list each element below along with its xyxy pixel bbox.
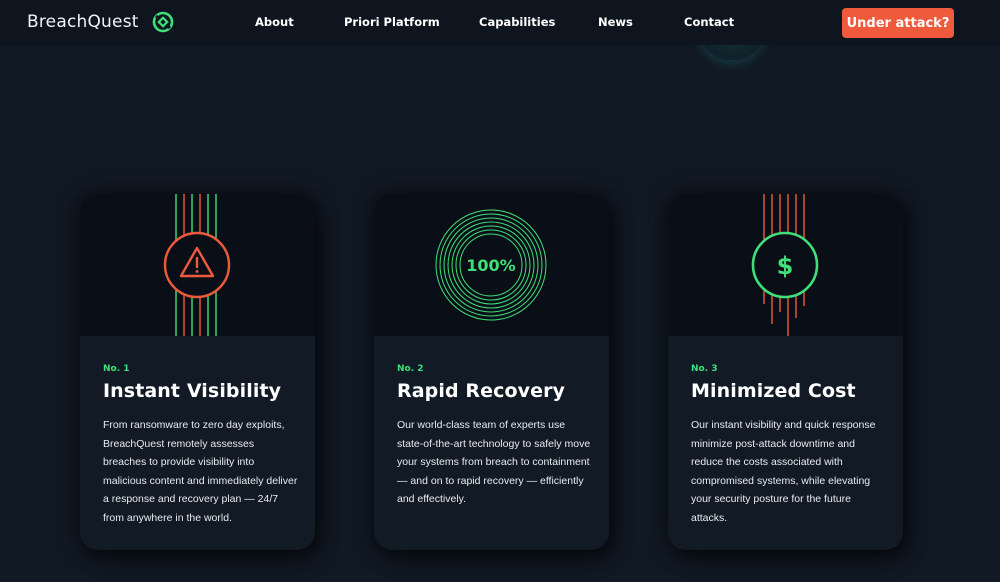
dollar-sign-icon: $: [751, 194, 819, 336]
card-graphic: [80, 194, 315, 336]
graphic-label: 100%: [466, 256, 515, 275]
nav-link-about[interactable]: About: [255, 15, 294, 29]
feature-card-instant-visibility: No. 1 Instant Visibility From ransomware…: [80, 194, 315, 550]
card-description: Our instant visibility and quick respons…: [691, 419, 876, 524]
nav-link-contact[interactable]: Contact: [684, 15, 734, 29]
card-graphic: $: [668, 194, 903, 336]
card-description: Our world-class team of experts use stat…: [397, 419, 591, 505]
card-title: Rapid Recovery: [397, 380, 566, 402]
feature-card-rapid-recovery: 100% No. 2 Rapid Recovery Our world-clas…: [374, 194, 609, 550]
nav-link-priori-platform[interactable]: Priori Platform: [344, 15, 440, 29]
under-attack-button[interactable]: Under attack?: [842, 8, 954, 38]
nav-link-news[interactable]: News: [598, 15, 633, 29]
brand-logo[interactable]: BreachQuest: [27, 10, 175, 34]
card-title: Instant Visibility: [103, 380, 282, 402]
page: BreachQuest About Priori Platform Capabi…: [0, 0, 1000, 582]
warning-triangle-icon: [163, 194, 231, 336]
card-number: No. 1: [103, 364, 130, 374]
card-description: From ransomware to zero day exploits, Br…: [103, 419, 298, 524]
breachquest-logo-icon: [152, 11, 173, 33]
nav-link-capabilities[interactable]: Capabilities: [479, 15, 555, 29]
concentric-circles-icon: 100%: [435, 209, 547, 321]
graphic-label: $: [777, 252, 794, 280]
card-title: Minimized Cost: [691, 380, 856, 402]
card-number: No. 2: [397, 364, 424, 374]
brand-name: BreachQuest: [27, 12, 139, 32]
feature-card-minimized-cost: $ No. 3 Minimized Cost Our instant visib…: [668, 194, 903, 550]
card-graphic: 100%: [374, 194, 609, 336]
card-number: No. 3: [691, 364, 718, 374]
top-navigation-bar: BreachQuest About Priori Platform Capabi…: [0, 0, 1000, 45]
